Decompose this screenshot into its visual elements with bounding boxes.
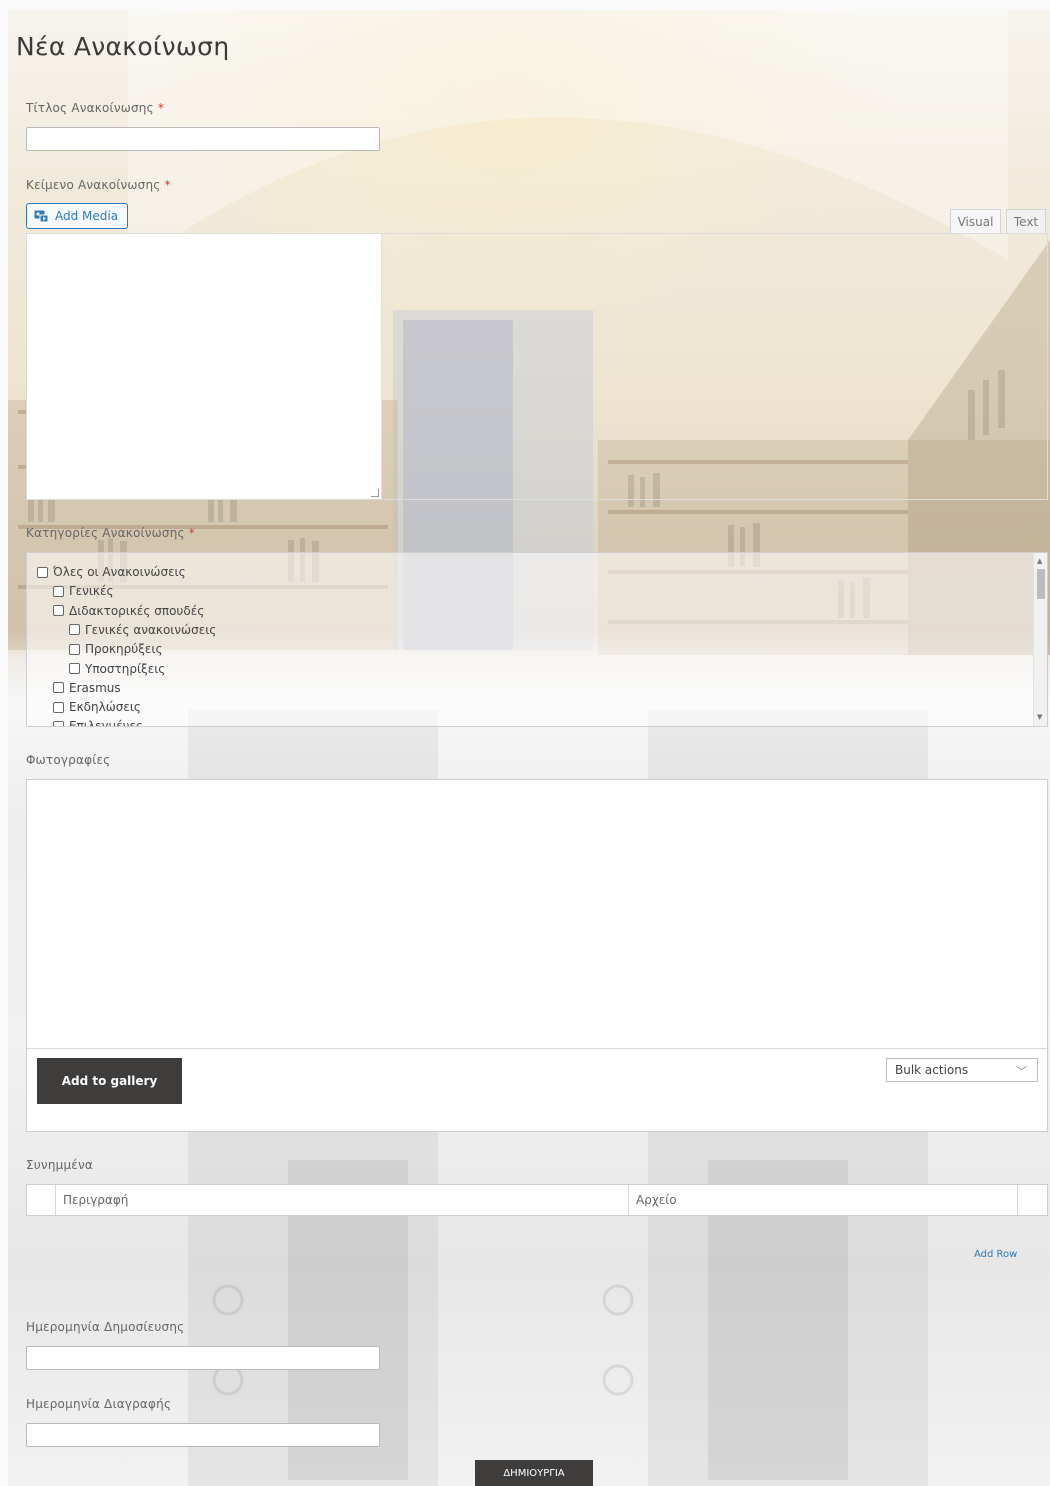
required-mark: * — [188, 526, 195, 540]
category-checkbox[interactable] — [53, 585, 64, 597]
add-to-gallery-button[interactable]: Add to gallery — [37, 1058, 182, 1104]
tab-visual[interactable]: Visual — [950, 209, 1001, 234]
column-header-actions — [1017, 1185, 1047, 1215]
delete-date-label: Ημερομηνία Διαγραφής — [26, 1397, 172, 1411]
delete-date-input[interactable] — [26, 1423, 380, 1447]
categories-label-text: Κατηγορίες Ανακοίνωσης — [26, 526, 185, 540]
required-mark: * — [157, 101, 165, 115]
category-checkbox[interactable] — [53, 720, 64, 726]
category-item[interactable]: Διδακτορικές σπουδές — [53, 604, 204, 618]
category-item[interactable]: Εκδηλώσεις — [53, 700, 141, 714]
category-item[interactable]: Erasmus — [53, 681, 121, 695]
category-checkbox[interactable] — [53, 682, 64, 694]
category-item[interactable]: Επιλεγμένες — [53, 719, 143, 727]
media-icon — [34, 210, 49, 222]
categories-label: Κατηγορίες Ανακοίνωσης * — [26, 526, 195, 540]
category-item[interactable]: Γενικές — [53, 584, 114, 598]
photo-gallery: Add to gallery Bulk actions ﹀ — [26, 779, 1048, 1132]
category-item[interactable]: Γενικές ανακοινώσεις — [69, 623, 216, 637]
categories-scrollbar[interactable]: ▲ ▼ — [1033, 553, 1047, 726]
chevron-down-icon: ﹀ — [1016, 1065, 1027, 1078]
category-checkbox[interactable] — [69, 663, 80, 674]
category-label: Υποστηρίξεις — [85, 661, 166, 676]
category-item[interactable]: Προκηρύξεις — [69, 642, 163, 656]
library-background — [8, 10, 1050, 1486]
announcement-title-label-text: Τίτλος Ανακοίνωσης — [26, 101, 154, 115]
category-label: Erasmus — [69, 680, 121, 695]
tab-visual-label: Visual — [957, 215, 994, 229]
category-checkbox[interactable] — [53, 701, 64, 713]
category-checkbox[interactable] — [53, 605, 64, 617]
create-button[interactable]: ΔΗΜΙΟΥΡΓΙΑ — [475, 1460, 593, 1486]
category-checkbox[interactable] — [69, 624, 80, 636]
column-header-file: Αρχείο — [628, 1185, 1017, 1215]
resize-handle[interactable] — [371, 489, 379, 497]
category-label: Διδακτορικές σπουδές — [69, 603, 205, 618]
attachments-label: Συνημμένα — [26, 1158, 94, 1172]
page: Νέα Ανακοίνωση Τίτλος Ανακοίνωσης * Κείμ… — [8, 10, 1050, 1486]
add-row-link[interactable]: Add Row — [974, 1249, 1017, 1260]
attachments-table: Περιγραφή Αρχείο — [26, 1184, 1048, 1216]
announcement-text-label: Κείμενο Ανακοίνωσης * — [26, 178, 171, 192]
required-mark: * — [164, 178, 171, 192]
category-label: Γενικές — [69, 584, 114, 599]
category-label: Προκηρύξεις — [85, 642, 163, 657]
category-item[interactable]: Υποστηρίξεις — [69, 662, 165, 676]
announcement-title-input[interactable] — [26, 127, 380, 151]
category-label: Γενικές ανακοινώσεις — [85, 622, 217, 637]
publish-date-label: Ημερομηνία Δημοσίευσης — [26, 1320, 185, 1334]
announcement-text-label-text: Κείμενο Ανακοίνωσης — [26, 178, 161, 192]
announcement-title-label: Τίτλος Ανακοίνωσης * — [26, 101, 164, 115]
column-file-text: Αρχείο — [636, 1193, 677, 1207]
category-checkbox[interactable] — [37, 566, 48, 578]
category-label: Όλες οι Ανακοινώσεις — [53, 565, 186, 579]
tab-text[interactable]: Text — [1006, 209, 1046, 234]
column-header-description: Περιγραφή — [55, 1185, 628, 1215]
add-media-label: Add Media — [55, 209, 119, 223]
publish-date-input[interactable] — [26, 1346, 380, 1370]
gallery-divider — [27, 1048, 1047, 1049]
announcement-text-editor[interactable] — [27, 234, 382, 499]
category-item[interactable]: Όλες οι Ανακοινώσεις — [37, 565, 186, 579]
column-description-text: Περιγραφή — [63, 1193, 129, 1207]
scroll-down-arrow[interactable]: ▼ — [1037, 713, 1042, 721]
category-label: Επιλεγμένες — [69, 719, 143, 727]
category-checkbox[interactable] — [69, 643, 80, 655]
bulk-actions-label: Bulk actions — [895, 1063, 969, 1077]
add-media-button[interactable]: Add Media — [26, 203, 128, 229]
page-title: Νέα Ανακοίνωση — [16, 32, 230, 61]
bulk-actions-select[interactable]: Bulk actions ﹀ — [886, 1058, 1038, 1082]
tab-text-label: Text — [1013, 215, 1039, 229]
category-label: Εκδηλώσεις — [69, 700, 141, 715]
photos-label: Φωτογραφίες — [26, 753, 111, 767]
scroll-up-arrow[interactable]: ▲ — [1037, 557, 1042, 565]
scroll-thumb[interactable] — [1037, 569, 1045, 599]
categories-list: Όλες οι Ανακοινώσεις Γενικές Διδακτορικές … — [26, 552, 1048, 727]
